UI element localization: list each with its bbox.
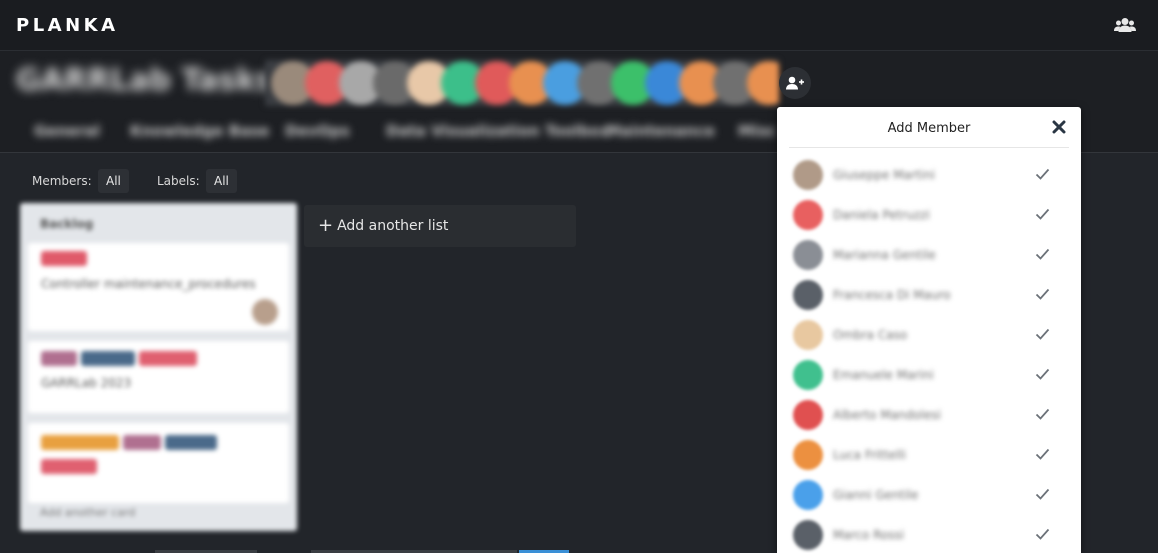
tab-knowledge-base[interactable]: Knowledge Base [130,122,269,140]
avatar [793,520,823,550]
avatar [252,299,278,325]
tab-misc[interactable]: Misc [738,122,776,140]
avatar [793,200,823,230]
card-label [41,351,77,366]
members-filter-chip[interactable]: All [98,169,129,193]
card-label [81,351,135,366]
card-title: GARRLab 2023 [41,376,132,390]
member-row[interactable]: Ombra Caso [777,315,1081,355]
add-list-label: Add another list [337,218,449,234]
users-icon[interactable] [1114,17,1136,33]
avatar[interactable] [747,61,779,105]
avatar [793,440,823,470]
popup-title: Add Member [887,121,971,136]
divider [789,147,1069,148]
card-title: Controller maintenance_procedures [41,277,256,291]
member-name: Marianna Gentile [833,248,936,262]
member-row[interactable]: Giuseppe Martini [777,155,1081,195]
member-name: Emanuele Marini [833,368,934,382]
check-icon [1035,408,1050,420]
check-icon [1035,448,1050,460]
card[interactable]: Controller maintenance_procedures [28,243,289,331]
member-row[interactable]: Francesca Di Mauro [777,275,1081,315]
check-icon [1035,328,1050,340]
member-name: Marco Rossi [833,528,905,542]
check-icon [1035,208,1050,220]
list-title[interactable]: Backlog [40,217,93,231]
board-members-avatars[interactable] [265,60,779,106]
add-user-icon [786,76,804,90]
avatar [793,360,823,390]
check-icon [1035,368,1050,380]
tab-maintenance[interactable]: Maintenance [606,122,715,140]
card-label [41,435,119,450]
tab-devops[interactable]: DevOps [285,122,350,140]
card-label [41,251,87,266]
member-row[interactable]: Luca Frittelli [777,435,1081,475]
plus-icon: + [318,215,334,236]
member-row[interactable]: Marco Rossi [777,515,1081,553]
avatar [793,240,823,270]
list-backlog[interactable]: Backlog Controller maintenance_procedure… [20,203,297,531]
check-icon [1035,248,1050,260]
check-icon [1035,528,1050,540]
card-label [165,435,217,450]
project-title[interactable]: GARRLab Tasks [16,63,274,98]
tab-general[interactable]: General [34,122,100,140]
member-name: Gianni Gentile [833,488,919,502]
top-bar: PLANKA [0,0,1158,51]
labels-filter-label: Labels: [157,174,200,188]
add-member-button[interactable] [779,67,811,99]
member-row[interactable]: Marianna Gentile [777,235,1081,275]
avatar [793,320,823,350]
member-row[interactable]: Gianni Gentile [777,475,1081,515]
add-member-popup: Add Member Giuseppe Martini Daniela Petru… [777,107,1081,553]
member-name: Francesca Di Mauro [833,288,951,302]
member-name: Luca Frittelli [833,448,906,462]
card-label [123,435,161,450]
avatar [793,400,823,430]
card-label [41,459,97,474]
check-icon [1035,488,1050,500]
member-name: Daniela Petruzzi [833,208,930,222]
member-row[interactable]: Daniela Petruzzi [777,195,1081,235]
add-card-button[interactable]: Add another card [40,506,135,519]
member-name: Alberto Mandolesi [833,408,941,422]
card[interactable] [28,423,289,503]
tab-data-visualization[interactable]: Data Visualization Toolbox [386,122,610,140]
add-list-button[interactable]: + Add another list [304,205,576,247]
member-row[interactable]: Emanuele Marini [777,355,1081,395]
member-name: Ombra Caso [833,328,908,342]
labels-filter-chip[interactable]: All [206,169,237,193]
member-row[interactable]: Alberto Mandolesi [777,395,1081,435]
check-icon [1035,168,1050,180]
card[interactable]: GARRLab 2023 [28,341,289,413]
avatar [793,160,823,190]
avatar [793,480,823,510]
popup-header: Add Member [777,107,1081,147]
members-filter-label: Members: [32,174,92,188]
card-label [139,351,197,366]
app-logo[interactable]: PLANKA [16,15,119,36]
check-icon [1035,288,1050,300]
member-name: Giuseppe Martini [833,168,935,182]
avatar [793,280,823,310]
close-icon[interactable] [1051,119,1067,135]
